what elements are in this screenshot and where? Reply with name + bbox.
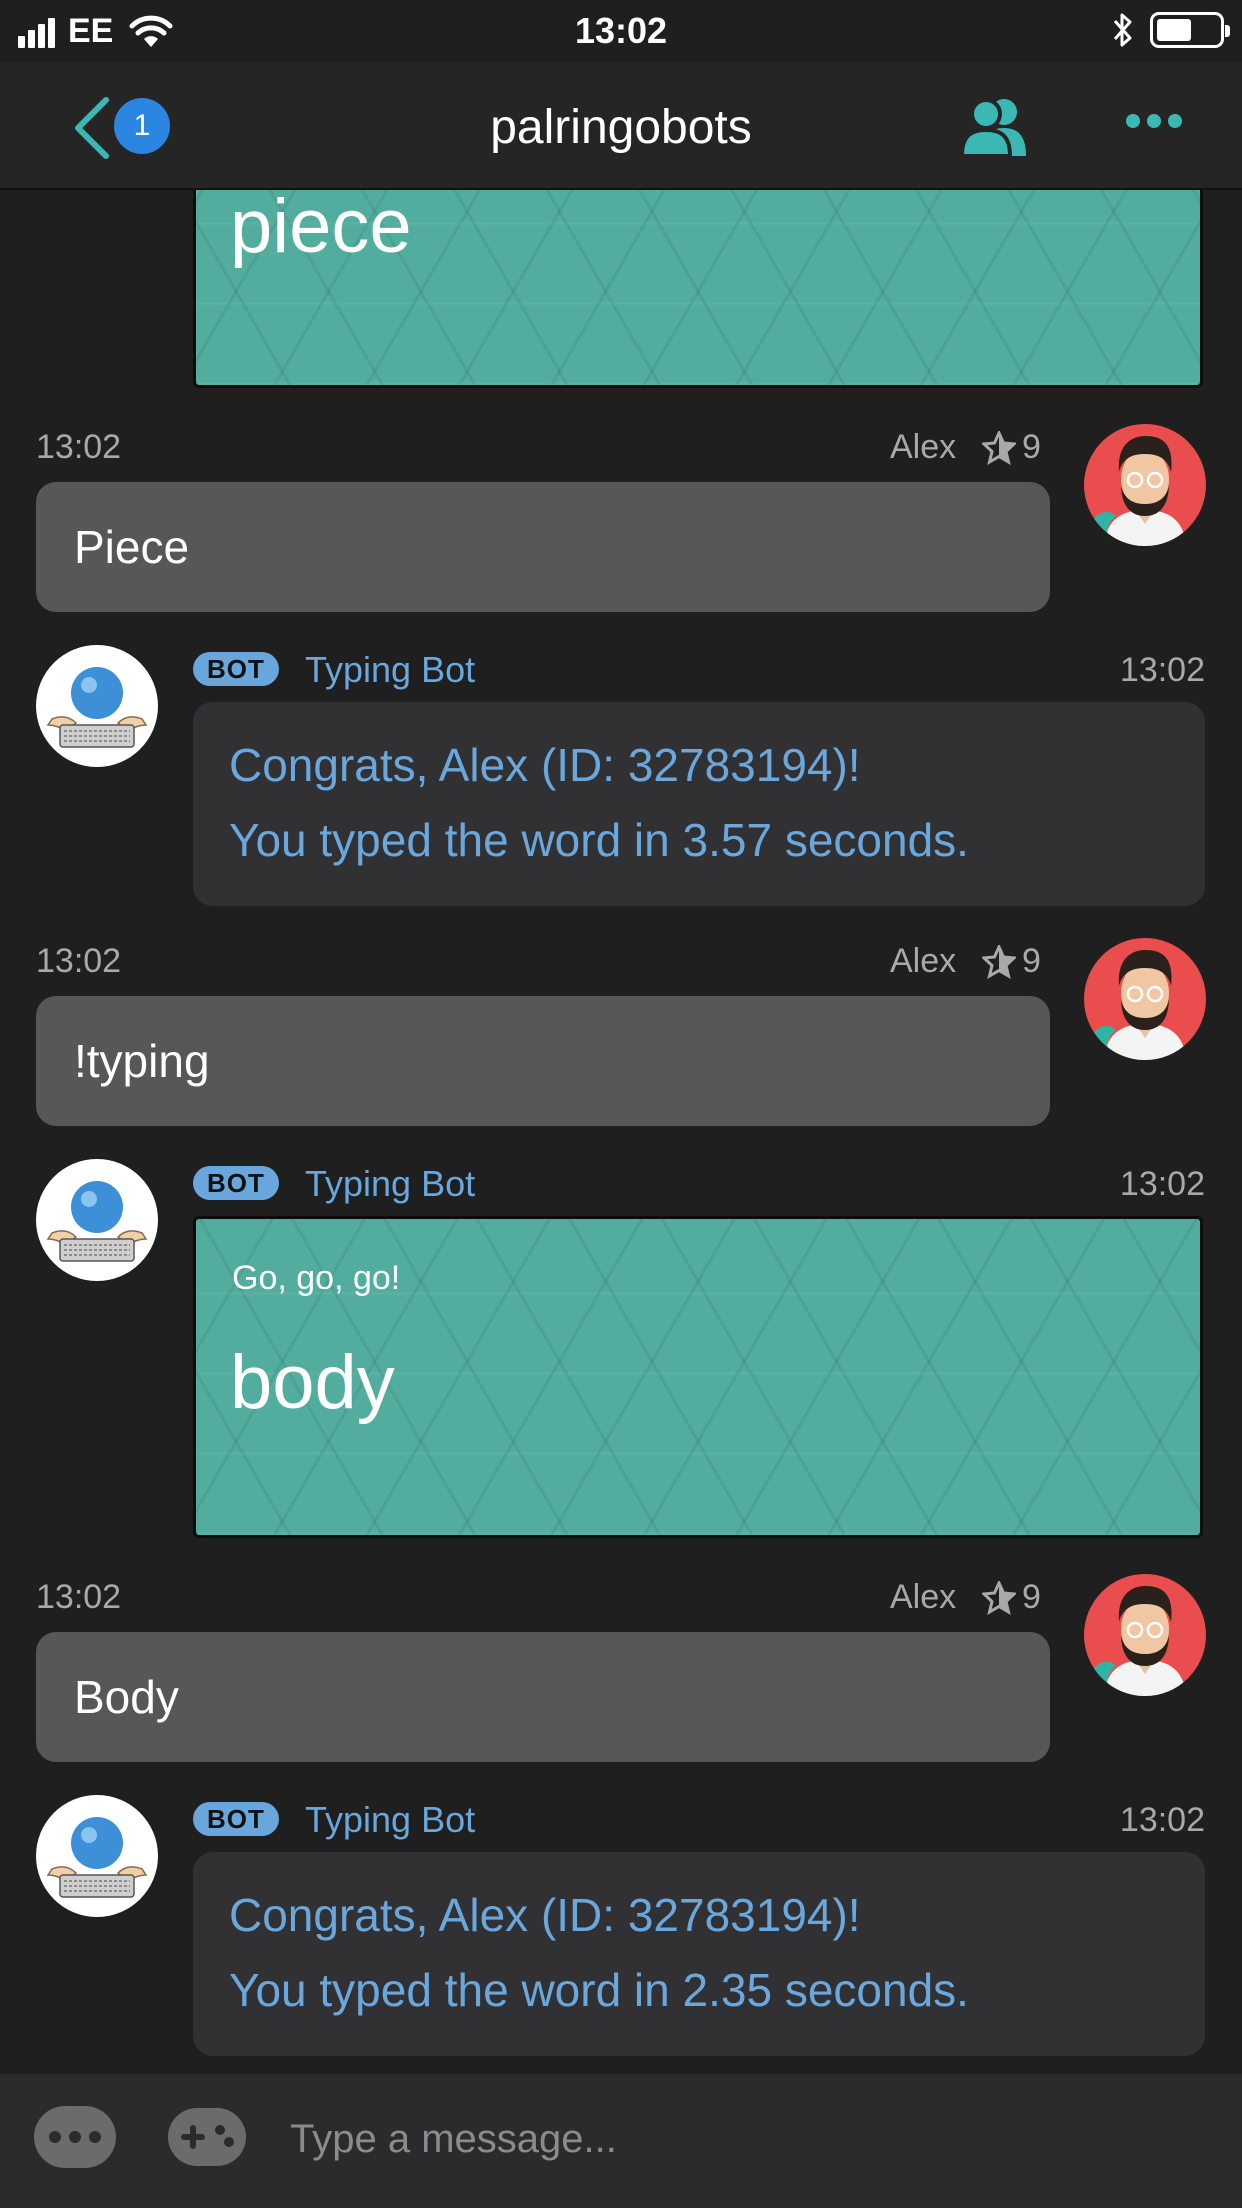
message-text: Piece	[74, 521, 190, 573]
card-subtitle: Go, go, go!	[232, 1259, 401, 1297]
sender-name[interactable]: Typing Bot	[305, 649, 475, 691]
avatar[interactable]	[1084, 1574, 1206, 1696]
star-icon	[982, 1580, 1016, 1615]
user-level: 9	[982, 942, 1041, 981]
message-time: 13:02	[36, 942, 122, 980]
group-members-icon[interactable]	[960, 94, 1030, 158]
battery-icon	[1150, 12, 1230, 48]
word-card[interactable]: Go, go, go! body	[193, 1216, 1203, 1538]
star-icon	[982, 944, 1016, 979]
bot-avatar[interactable]	[36, 1159, 158, 1281]
user-level: 9	[982, 428, 1041, 467]
gamepad-add-icon[interactable]	[166, 2106, 248, 2168]
avatar[interactable]	[1084, 938, 1206, 1060]
message-line: Congrats, Alex (ID: 32783194)!	[229, 739, 861, 791]
message-time: 13:02	[1119, 651, 1205, 689]
level-value: 9	[1022, 1578, 1041, 1616]
level-value: 9	[1022, 942, 1041, 980]
bot-message-bubble[interactable]: Congrats, Alex (ID: 32783194)! You typed…	[193, 702, 1205, 906]
word-card: piece	[193, 190, 1203, 388]
status-right	[1112, 12, 1230, 48]
more-icon[interactable]	[1126, 114, 1189, 128]
sender-name[interactable]: Alex	[890, 1578, 956, 1617]
user-message-bubble[interactable]: !typing	[36, 996, 1050, 1126]
message-line: You typed the word in 2.35 seconds.	[229, 1964, 969, 2016]
card-word: body	[230, 1340, 395, 1425]
level-value: 9	[1022, 428, 1041, 466]
status-time: 13:02	[574, 10, 668, 51]
bot-message-bubble[interactable]: Congrats, Alex (ID: 32783194)! You typed…	[193, 1852, 1205, 2056]
message-input[interactable]	[290, 2104, 1190, 2174]
chat-messages[interactable]: piece 13:02 Alex 9 Piece BOT Typing Bot …	[0, 190, 1242, 2074]
user-message-bubble[interactable]: Piece	[36, 482, 1050, 612]
page-title: palringobots	[490, 101, 752, 154]
message-time: 13:02	[1119, 1165, 1205, 1203]
message-time: 13:02	[36, 428, 122, 466]
message-text: !typing	[74, 1035, 210, 1087]
message-time: 13:02	[1119, 1801, 1205, 1839]
bot-avatar[interactable]	[36, 645, 158, 767]
bot-avatar[interactable]	[36, 1795, 158, 1917]
card-word: piece	[230, 190, 412, 269]
sender-name[interactable]: Typing Bot	[305, 1799, 475, 1841]
message-line: Congrats, Alex (ID: 32783194)!	[229, 1889, 861, 1941]
star-icon	[982, 430, 1016, 465]
status-bar: EE 13:02	[0, 0, 1242, 62]
message-text: Body	[74, 1671, 179, 1723]
sender-name[interactable]: Alex	[890, 428, 956, 467]
avatar[interactable]	[1084, 424, 1206, 546]
bluetooth-icon	[1113, 13, 1132, 47]
more-options-icon[interactable]	[34, 2106, 116, 2168]
chat-header: 1 palringobots	[0, 62, 1242, 190]
user-message-bubble[interactable]: Body	[36, 1632, 1050, 1762]
message-input-bar	[0, 2074, 1242, 2208]
message-time: 13:02	[36, 1578, 122, 1616]
sender-name[interactable]: Typing Bot	[305, 1163, 475, 1205]
message-line: You typed the word in 3.57 seconds.	[229, 814, 969, 866]
bot-tag: BOT	[193, 1166, 279, 1200]
bot-tag: BOT	[193, 652, 279, 686]
sender-name[interactable]: Alex	[890, 942, 956, 981]
bot-tag: BOT	[193, 1802, 279, 1836]
user-level: 9	[982, 1578, 1041, 1617]
